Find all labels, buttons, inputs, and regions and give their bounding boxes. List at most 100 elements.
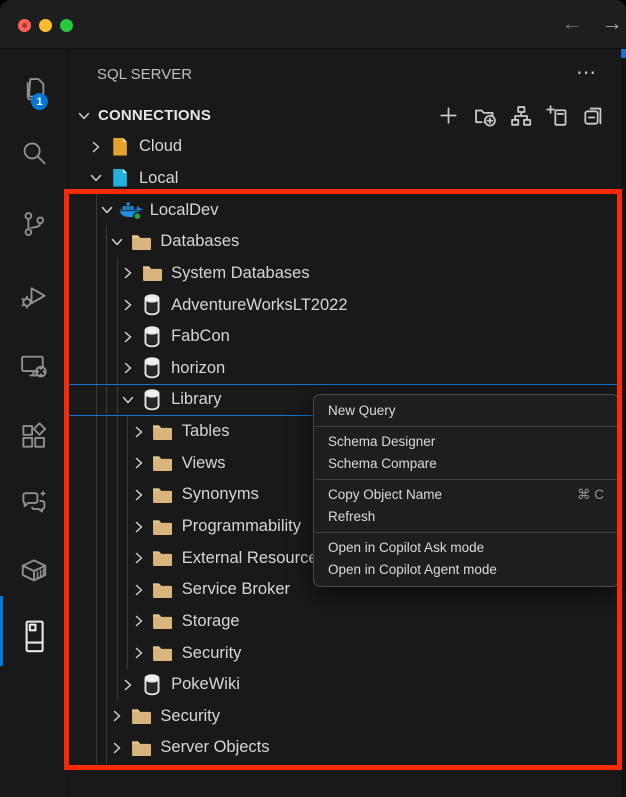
chevron-right-icon[interactable] xyxy=(88,139,104,155)
tree-item-adventureworkslt2022[interactable]: AdventureWorksLT2022 xyxy=(68,289,621,321)
connections-section-header[interactable]: CONNECTIONS xyxy=(68,101,621,131)
folder-icon xyxy=(150,451,175,476)
scrollbar-thumb[interactable] xyxy=(621,49,626,58)
chevron-down-icon[interactable] xyxy=(99,202,115,218)
chevron-right-icon[interactable] xyxy=(120,677,136,693)
tree-item-label: External Resources xyxy=(182,549,326,568)
chevron-down-icon[interactable] xyxy=(88,170,104,186)
containers-icon[interactable] xyxy=(0,542,67,600)
new-deployment-icon[interactable] xyxy=(544,103,569,128)
titlebar: ← → xyxy=(0,0,626,49)
docker-icon xyxy=(118,198,143,223)
chevron-right-icon[interactable] xyxy=(131,582,147,598)
tree-item-label: horizon xyxy=(171,359,225,378)
menu-item-label: Schema Compare xyxy=(328,453,437,475)
active-view-indicator xyxy=(0,596,3,666)
menu-item-shortcut: ⌘ C xyxy=(577,484,604,506)
tree-item-storage[interactable]: Storage xyxy=(68,606,621,638)
tree-item-label: Security xyxy=(182,644,242,663)
menu-item-schema-compare[interactable]: Schema Compare xyxy=(314,453,618,475)
tree-item-pokewiki[interactable]: PokeWiki xyxy=(68,669,621,701)
explorer-icon[interactable]: 1 xyxy=(0,60,67,118)
chevron-right-icon[interactable] xyxy=(120,360,136,376)
scrollbar-gutter[interactable] xyxy=(621,49,626,797)
tree-item-cloud[interactable]: Cloud xyxy=(68,131,621,163)
chevron-right-icon[interactable] xyxy=(131,424,147,440)
tree-item-label: AdventureWorksLT2022 xyxy=(171,296,347,315)
sidebar-title: SQL SERVER xyxy=(97,66,192,83)
connect-to-server-hierarchy-icon[interactable] xyxy=(508,103,533,128)
chat-icon[interactable] xyxy=(0,473,67,531)
tree-item-system-databases[interactable]: System Databases xyxy=(68,258,621,290)
menu-item-refresh[interactable]: Refresh xyxy=(314,506,618,528)
minimize-window-button[interactable] xyxy=(39,19,52,32)
chevron-right-icon[interactable] xyxy=(131,519,147,535)
tree-item-localdev[interactable]: LocalDev xyxy=(68,194,621,226)
chevron-right-icon[interactable] xyxy=(131,645,147,661)
chevron-down-icon[interactable] xyxy=(109,234,125,250)
close-window-button[interactable] xyxy=(18,19,31,32)
explorer-badge: 1 xyxy=(31,93,48,110)
chevron-right-icon[interactable] xyxy=(120,329,136,345)
tree-item-label: Synonyms xyxy=(182,485,259,504)
extensions-icon[interactable] xyxy=(0,407,67,465)
tree-item-databases[interactable]: Databases xyxy=(68,226,621,258)
chevron-right-icon[interactable] xyxy=(131,487,147,503)
database-icon xyxy=(139,387,164,412)
chevron-down-icon[interactable] xyxy=(120,392,136,408)
connections-section-label: CONNECTIONS xyxy=(98,107,211,124)
tree-item-label: Server Objects xyxy=(160,738,269,757)
new-connection-group-icon[interactable] xyxy=(472,103,497,128)
tree-item-server-objects[interactable]: Server Objects xyxy=(68,732,621,764)
tree-item-label: System Databases xyxy=(171,264,309,283)
chevron-right-icon[interactable] xyxy=(109,708,125,724)
menu-item-label: Schema Designer xyxy=(328,431,435,453)
tree-item-horizon[interactable]: horizon xyxy=(68,352,621,384)
tree-item-security[interactable]: Security xyxy=(68,637,621,669)
navigate-forward-button[interactable]: → xyxy=(598,10,626,38)
tree-item-local[interactable]: Local xyxy=(68,163,621,195)
chevron-right-icon[interactable] xyxy=(109,740,125,756)
tree-item-label: Local xyxy=(139,169,178,188)
chevron-right-icon[interactable] xyxy=(131,550,147,566)
remote-explorer-icon[interactable] xyxy=(0,337,67,395)
folder-icon xyxy=(150,514,175,539)
menu-separator xyxy=(315,532,617,533)
folder-icon xyxy=(150,577,175,602)
navigate-back-button[interactable]: ← xyxy=(558,10,586,38)
chevron-right-icon[interactable] xyxy=(120,265,136,281)
folder-icon xyxy=(150,641,175,666)
more-actions-icon[interactable]: ⋯ xyxy=(576,60,596,85)
add-connection-icon[interactable] xyxy=(436,103,461,128)
menu-item-open-in-copilot-agent-mode[interactable]: Open in Copilot Agent mode xyxy=(314,559,618,581)
maximize-window-button[interactable] xyxy=(60,19,73,32)
folder-icon xyxy=(128,735,153,760)
menu-item-schema-designer[interactable]: Schema Designer xyxy=(314,431,618,453)
tree-item-label: Databases xyxy=(160,232,239,251)
menu-item-label: Copy Object Name xyxy=(328,484,442,506)
chevron-right-icon[interactable] xyxy=(120,297,136,313)
tree-item-label: FabCon xyxy=(171,327,230,346)
search-icon[interactable] xyxy=(0,125,67,183)
menu-item-new-query[interactable]: New Query xyxy=(314,400,618,422)
chevron-right-icon[interactable] xyxy=(131,613,147,629)
menu-item-label: Refresh xyxy=(328,506,375,528)
chevron-right-icon[interactable] xyxy=(131,455,147,471)
tree-item-fabcon[interactable]: FabCon xyxy=(68,321,621,353)
tree-item-security[interactable]: Security xyxy=(68,701,621,733)
collapse-all-icon[interactable] xyxy=(580,103,605,128)
tree-item-label: Programmability xyxy=(182,517,301,536)
connections-toolbar xyxy=(436,103,605,128)
database-icon xyxy=(139,293,164,318)
menu-item-copy-object-name[interactable]: Copy Object Name ⌘ C xyxy=(314,484,618,506)
source-control-icon[interactable] xyxy=(0,195,67,253)
context-menu: New Query Schema DesignerSchema Compare Co… xyxy=(313,394,619,587)
run-and-debug-icon[interactable] xyxy=(0,268,67,326)
sql-server-icon[interactable] xyxy=(0,608,67,666)
menu-separator xyxy=(315,479,617,480)
menu-separator xyxy=(315,426,617,427)
menu-item-label: Open in Copilot Ask mode xyxy=(328,537,484,559)
folder-icon xyxy=(128,229,153,254)
menu-item-open-in-copilot-ask-mode[interactable]: Open in Copilot Ask mode xyxy=(314,537,618,559)
folder-icon xyxy=(139,261,164,286)
